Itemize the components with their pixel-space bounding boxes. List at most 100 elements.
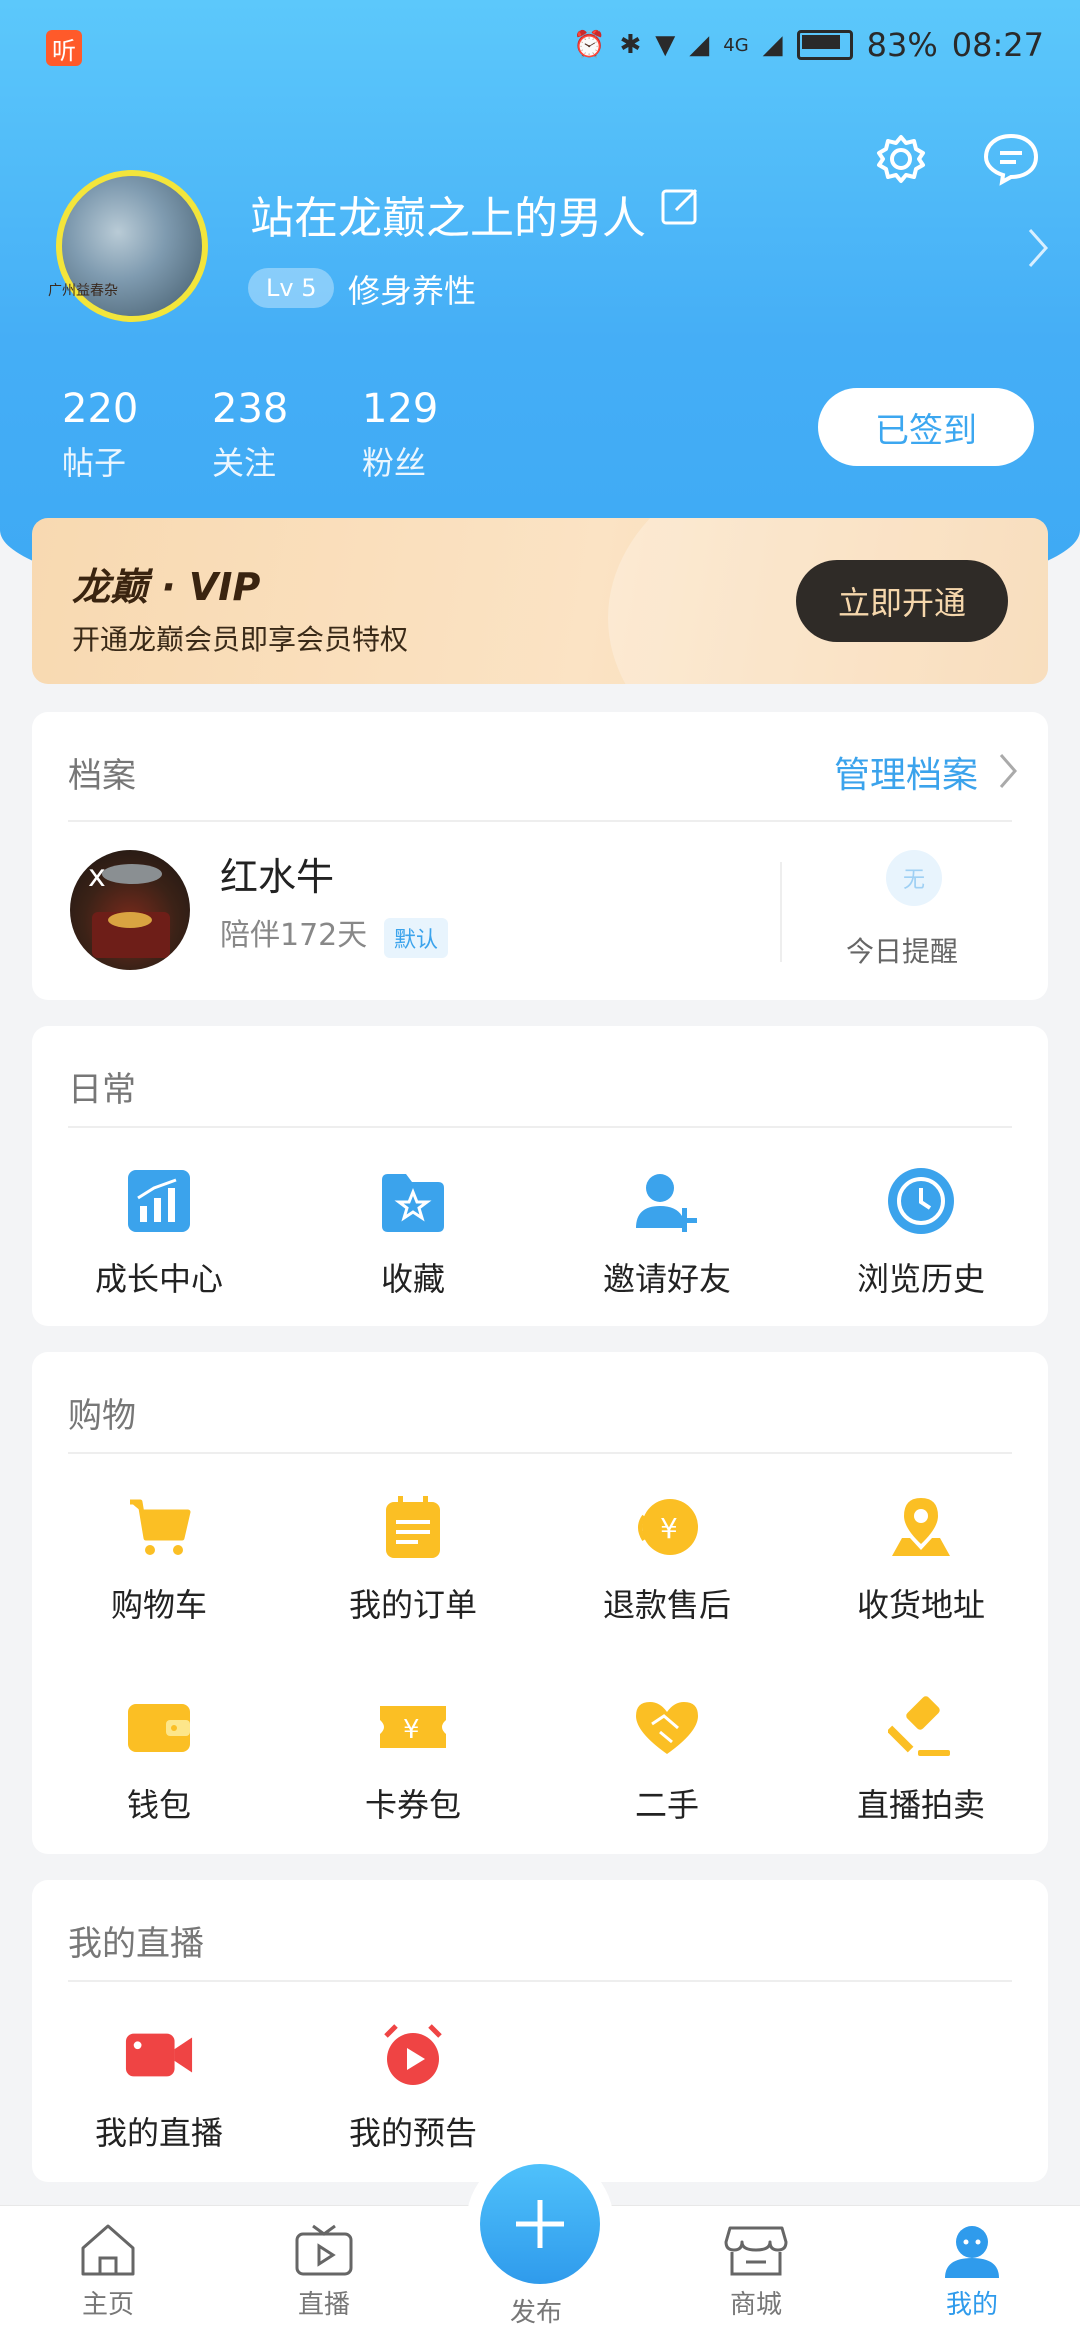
auction-item[interactable]: 直播拍卖: [794, 1692, 1048, 1826]
vip-title: 龙巅 · VIP: [72, 565, 261, 609]
grid-label: 钱包: [126, 1786, 191, 1824]
grid-label: 收货地址: [856, 1586, 985, 1624]
cart-item[interactable]: 购物车: [32, 1492, 286, 1626]
grid-label: 邀请好友: [602, 1260, 731, 1298]
location-icon: [886, 1492, 956, 1562]
vip-subtitle: 开通龙巅会员即享会员特权: [72, 623, 409, 656]
wallet-item[interactable]: 钱包: [32, 1692, 286, 1826]
clock-time: 08:27: [951, 26, 1044, 64]
message-bubble-icon[interactable]: [982, 130, 1040, 188]
tab-home[interactable]: 主页: [48, 2222, 168, 2321]
refund-item[interactable]: ¥ 退款售后: [540, 1492, 794, 1626]
stat-followers[interactable]: 129 粉丝: [362, 386, 512, 484]
tab-label: 直播: [297, 2290, 350, 2320]
edit-icon[interactable]: [660, 186, 700, 230]
favorites-item[interactable]: 收藏: [286, 1166, 540, 1300]
divider: [68, 820, 1012, 822]
section-title: 日常: [68, 1070, 136, 1110]
reminder-icon[interactable]: 无: [886, 850, 942, 906]
pet-name[interactable]: 红水牛: [220, 846, 334, 901]
stat-following[interactable]: 238 关注: [212, 386, 362, 484]
signal-icon-2: ◢: [762, 30, 783, 60]
growth-chart-icon: [124, 1166, 194, 1236]
tab-label: 商城: [729, 2290, 782, 2320]
wallet-icon: [124, 1692, 194, 1762]
auction-hammer-icon: [886, 1692, 956, 1762]
level-badge: Lv 5: [248, 268, 335, 308]
stat-label: 关注: [212, 444, 277, 482]
settings-gear-icon[interactable]: [872, 130, 930, 188]
alarm-icon: ⏰: [573, 30, 606, 60]
coupon-icon: ¥: [378, 1692, 448, 1762]
profile-stats: 220 帖子 238 关注 129 粉丝: [62, 386, 512, 484]
battery-icon: [796, 30, 853, 60]
svg-text:¥: ¥: [403, 1715, 420, 1745]
plus-icon: [516, 2200, 564, 2248]
stat-value: 238: [212, 386, 289, 432]
alarm-play-icon: [378, 2020, 448, 2090]
video-camera-icon: [124, 2020, 194, 2090]
stat-value: 129: [362, 386, 439, 432]
invite-friends-item[interactable]: 邀请好友: [540, 1166, 794, 1300]
live-card: 我的直播 我的直播 我的预告: [32, 1880, 1048, 2182]
user-icon: [945, 2226, 999, 2278]
reminder-label[interactable]: 今日提醒: [846, 930, 958, 970]
grid-label: 退款售后: [602, 1586, 731, 1624]
grid-label: 成长中心: [94, 1260, 223, 1298]
grid-label: 我的预告: [348, 2114, 477, 2152]
tab-mine[interactable]: 我的: [912, 2222, 1032, 2321]
tv-icon: [295, 2224, 353, 2276]
star-folder-icon: [378, 1166, 448, 1236]
publish-label[interactable]: 发布: [510, 2292, 562, 2329]
chevron-right-icon[interactable]: [1026, 226, 1050, 274]
section-title: 购物: [68, 1396, 136, 1436]
divider: [68, 1452, 1012, 1454]
cart-icon: [124, 1492, 194, 1562]
divider: [68, 1980, 1012, 1982]
daily-grid: 成长中心 收藏 邀请好友 浏览历史: [32, 1166, 1048, 1300]
wifi-icon: ▼: [655, 30, 676, 60]
daily-card: 日常 成长中心 收藏 邀请好友 浏览历史: [32, 1026, 1048, 1326]
growth-center-item[interactable]: 成长中心: [32, 1166, 286, 1300]
publish-button[interactable]: [480, 2164, 600, 2284]
grid-label: 浏览历史: [856, 1260, 985, 1298]
home-icon: [81, 2224, 135, 2276]
address-item[interactable]: 收货地址: [794, 1492, 1048, 1626]
secondhand-item[interactable]: 二手: [540, 1692, 794, 1826]
user-motto: 修身养性: [348, 272, 477, 310]
orders-item[interactable]: 我的订单: [286, 1492, 540, 1626]
my-preview-item[interactable]: 我的预告: [286, 2020, 540, 2154]
history-item[interactable]: 浏览历史: [794, 1166, 1048, 1300]
username[interactable]: 站在龙巅之上的男人: [250, 182, 646, 246]
signal-icon: ◢: [689, 30, 710, 60]
manage-archive-link[interactable]: 管理档案: [834, 746, 978, 798]
vip-open-button[interactable]: 立即开通: [796, 560, 1008, 642]
coupon-item[interactable]: ¥ 卡券包: [286, 1692, 540, 1826]
grid-label: 我的订单: [348, 1586, 477, 1624]
live-grid: 我的直播 我的预告: [32, 2020, 1048, 2154]
order-icon: [378, 1492, 448, 1562]
shopping-grid-row-2: 钱包 ¥ 卡券包 二手 直播拍卖: [32, 1692, 1048, 1826]
refund-icon: ¥: [632, 1492, 702, 1562]
svg-text:¥: ¥: [660, 1512, 678, 1545]
stat-posts[interactable]: 220 帖子: [62, 386, 212, 484]
clock-icon: [886, 1166, 956, 1236]
avatar-caption: 广州益春杂: [48, 283, 118, 299]
vip-banner[interactable]: 龙巅 · VIP 开通龙巅会员即享会员特权 立即开通: [32, 518, 1048, 684]
tab-live[interactable]: 直播: [264, 2222, 384, 2321]
bluetooth-icon: ✱: [619, 30, 642, 60]
default-tag: 默认: [384, 918, 449, 958]
chevron-right-icon[interactable]: [998, 752, 1018, 794]
handshake-icon: [632, 1692, 702, 1762]
tab-store[interactable]: 商城: [696, 2222, 816, 2321]
network-label: 4G: [723, 34, 749, 56]
status-bar: 听 ⏰ ✱ ▼ ◢ 4G ◢ 83% 08:27: [0, 0, 1080, 96]
shopping-card: 购物 购物车 我的订单 ¥ 退款售后 收货地址 钱包 ¥ 卡券包 二手 直播拍卖: [32, 1352, 1048, 1854]
pet-avatar[interactable]: x: [70, 850, 190, 970]
my-live-item[interactable]: 我的直播: [32, 2020, 286, 2154]
stat-label: 粉丝: [362, 444, 427, 482]
divider: [780, 862, 782, 962]
grid-label: 我的直播: [94, 2114, 223, 2152]
signin-button[interactable]: 已签到: [818, 388, 1034, 466]
shopping-grid-row-1: 购物车 我的订单 ¥ 退款售后 收货地址: [32, 1492, 1048, 1626]
